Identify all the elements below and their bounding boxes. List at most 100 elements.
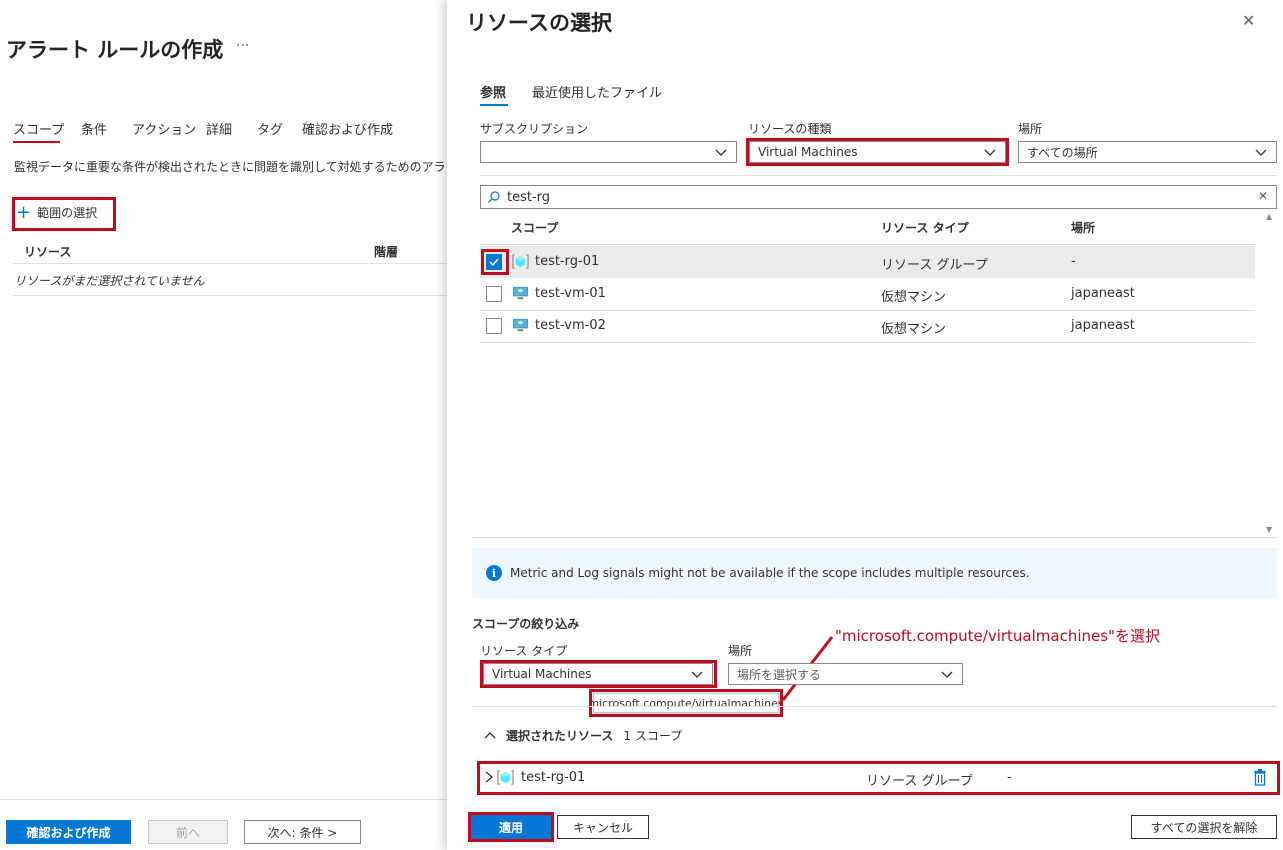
divider: [13, 263, 447, 264]
column-hierarchy: 階層: [374, 245, 399, 259]
filter-location-label: 場所: [728, 644, 753, 658]
close-icon[interactable]: ✕: [1242, 11, 1255, 30]
panel-title: リソースの選択: [466, 11, 612, 35]
chevron-down-icon: [941, 671, 953, 678]
info-banner: i Metric and Log signals might not be av…: [472, 548, 1277, 598]
filter-location-placeholder: 場所を選択する: [737, 667, 822, 682]
tab-actions[interactable]: アクション: [132, 119, 196, 138]
row-name: test-vm-02: [535, 318, 606, 333]
resource-type-value: Virtual Machines: [758, 145, 858, 159]
filter-title: スコープの絞り込み: [472, 617, 580, 631]
filter-type-dropdown[interactable]: Virtual Machines: [483, 663, 713, 685]
table-row[interactable]: test-rg-01 リソース グループ -: [480, 246, 1255, 278]
alert-rule-blade: アラート ルールの作成 ··· スコープ 条件 アクション 詳細 タグ 確認およ…: [0, 0, 447, 850]
header-scope: スコープ: [511, 221, 559, 235]
scroll-down-icon[interactable]: ▼: [1266, 525, 1272, 534]
table-row[interactable]: test-vm-02 仮想マシン japaneast: [480, 310, 1255, 342]
more-icon[interactable]: ···: [236, 38, 249, 54]
select-resource-panel: リソースの選択 ✕ 参照 最近使用したファイル サブスクリプション リソースの種…: [447, 0, 1283, 850]
resource-group-icon: [512, 254, 529, 269]
empty-resources-text: リソースがまだ選択されていません: [14, 274, 205, 288]
tab-browse[interactable]: 参照: [480, 82, 506, 101]
footer-divider: [0, 799, 447, 800]
selected-resource-row[interactable]: test-rg-01 リソース グループ -: [480, 764, 1277, 792]
row-location: japaneast: [1071, 286, 1135, 301]
info-icon: i: [486, 565, 502, 581]
selected-type: リソース グループ: [866, 774, 973, 789]
row-type: 仮想マシン: [881, 290, 947, 305]
info-text: Metric and Log signals might not be avai…: [510, 566, 1030, 580]
annotation-text: "microsoft.compute/virtualmachines"を選択: [835, 627, 1160, 645]
row-type: 仮想マシン: [881, 322, 947, 337]
tab-details[interactable]: 詳細: [206, 119, 232, 138]
location-label: 場所: [1018, 122, 1043, 136]
selected-location: -: [1007, 770, 1012, 785]
location-value: すべての場所: [1027, 145, 1098, 160]
select-scope-label: 範囲の選択: [37, 206, 98, 220]
chevron-down-icon: [715, 149, 727, 156]
header-location: 場所: [1071, 221, 1096, 235]
active-tab-underline: [13, 141, 60, 143]
chevron-down-icon: [984, 149, 996, 156]
divider: [480, 175, 1277, 176]
resource-type-label: リソースの種類: [748, 122, 832, 136]
divider: [472, 706, 1277, 707]
page-title: アラート ルールの作成: [6, 38, 224, 62]
table-row[interactable]: test-vm-01 仮想マシン japaneast: [480, 278, 1255, 310]
subscription-label: サブスクリプション: [480, 122, 589, 136]
virtual-machine-icon: [512, 318, 529, 332]
clear-search-icon[interactable]: ✕: [1258, 189, 1268, 203]
row-name: test-rg-01: [535, 254, 600, 269]
cancel-button[interactable]: キャンセル: [557, 815, 649, 839]
row-checkbox[interactable]: [486, 318, 502, 334]
trash-icon[interactable]: [1253, 769, 1267, 786]
resource-group-icon: [497, 770, 514, 785]
filter-location-dropdown[interactable]: 場所を選択する: [728, 663, 963, 685]
location-dropdown[interactable]: すべての場所: [1018, 141, 1277, 163]
tab-recent[interactable]: 最近使用したファイル: [532, 82, 662, 101]
resource-type-dropdown[interactable]: Virtual Machines: [749, 141, 1006, 163]
tab-tags[interactable]: タグ: [257, 119, 283, 138]
column-resource: リソース: [24, 245, 72, 259]
chevron-right-icon[interactable]: [484, 771, 494, 783]
review-create-button[interactable]: 確認および作成: [6, 820, 131, 844]
subscription-dropdown[interactable]: [480, 141, 737, 163]
row-checkbox[interactable]: [486, 254, 502, 270]
row-location: -: [1071, 254, 1076, 269]
selected-resources-header[interactable]: 選択されたリソース 1 スコープ: [484, 727, 682, 744]
search-input[interactable]: test-rg ✕: [480, 185, 1277, 209]
scope-description: 監視データに重要な条件が検出されたときに問題を識別して対処するためのアラート ル: [14, 160, 444, 174]
chevron-up-icon: [484, 731, 496, 738]
selected-name: test-rg-01: [521, 770, 586, 785]
tab-condition[interactable]: 条件: [81, 119, 107, 138]
row-checkbox[interactable]: [486, 286, 502, 302]
virtual-machine-icon: [512, 286, 529, 300]
divider: [480, 244, 1255, 245]
checkmark-icon: [489, 258, 499, 267]
search-icon: [488, 191, 500, 203]
row-name: test-vm-01: [535, 286, 606, 301]
divider: [472, 537, 1277, 538]
divider: [480, 342, 1255, 343]
selected-count: 1 スコープ: [623, 729, 683, 743]
next-condition-button[interactable]: 次へ: 条件 >: [244, 820, 361, 844]
row-type: リソース グループ: [881, 258, 988, 273]
selected-resources-title: 選択されたリソース: [506, 729, 614, 743]
row-location: japaneast: [1071, 318, 1135, 333]
type-tooltip: microsoft.compute/virtualmachines: [588, 693, 784, 713]
table-scrollbar[interactable]: ▲ ▼: [1264, 212, 1276, 534]
chevron-down-icon: [691, 671, 703, 678]
search-value: test-rg: [507, 189, 551, 205]
select-scope-button[interactable]: + 範囲の選択: [16, 201, 98, 223]
tab-review-create[interactable]: 確認および作成: [302, 119, 393, 138]
previous-button[interactable]: 前へ: [148, 820, 228, 844]
filter-type-value: Virtual Machines: [492, 667, 592, 681]
tab-scope[interactable]: スコープ: [13, 119, 64, 138]
filter-type-label: リソース タイプ: [480, 644, 568, 658]
clear-selection-button[interactable]: すべての選択を解除: [1131, 815, 1277, 839]
divider: [13, 295, 447, 296]
plus-icon: +: [16, 201, 32, 223]
apply-button[interactable]: 適用: [471, 815, 551, 839]
header-resource-type: リソース タイプ: [881, 221, 969, 235]
scroll-up-icon[interactable]: ▲: [1266, 212, 1272, 221]
